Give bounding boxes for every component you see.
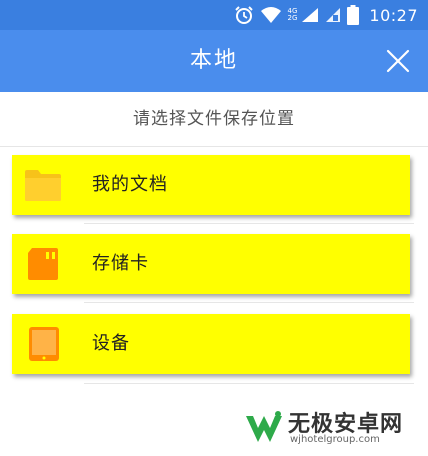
sim-icon xyxy=(326,8,341,22)
divider xyxy=(84,383,414,384)
tablet-device-icon xyxy=(29,327,59,361)
option-label: 我的文档 xyxy=(92,174,168,195)
option-label: 存储卡 xyxy=(92,253,149,274)
close-button[interactable] xyxy=(386,49,410,73)
folder-icon xyxy=(25,170,61,201)
watermark: 无极安卓网 wjhotelgroup.com xyxy=(244,404,424,452)
network-type-badge: 4G 2G xyxy=(288,8,298,22)
option-device[interactable]: 设备 xyxy=(12,314,410,374)
status-time: 10:27 xyxy=(369,5,418,25)
watermark-url: wjhotelgroup.com xyxy=(290,434,380,445)
alarm-icon xyxy=(234,6,253,24)
status-bar: 4G 2G 10:27 xyxy=(0,0,428,30)
network-type-bottom: 2G xyxy=(287,14,298,22)
instruction-text: 请选择文件保存位置 xyxy=(133,109,295,129)
divider xyxy=(84,302,414,303)
app-bar: 本地 xyxy=(0,30,428,92)
watermark-logo-icon xyxy=(246,411,282,442)
divider xyxy=(84,223,414,224)
sd-card-icon xyxy=(28,248,58,280)
page-title: 本地 xyxy=(189,48,238,73)
divider xyxy=(0,146,428,147)
option-label: 设备 xyxy=(92,333,130,354)
option-my-documents[interactable]: 我的文档 xyxy=(12,155,410,215)
wifi-icon xyxy=(260,7,281,23)
signal-icon xyxy=(302,8,319,22)
option-storage-card[interactable]: 存储卡 xyxy=(12,234,410,294)
battery-icon xyxy=(347,5,360,25)
close-icon xyxy=(386,49,410,73)
status-icons: 4G 2G 10:27 xyxy=(234,4,419,26)
